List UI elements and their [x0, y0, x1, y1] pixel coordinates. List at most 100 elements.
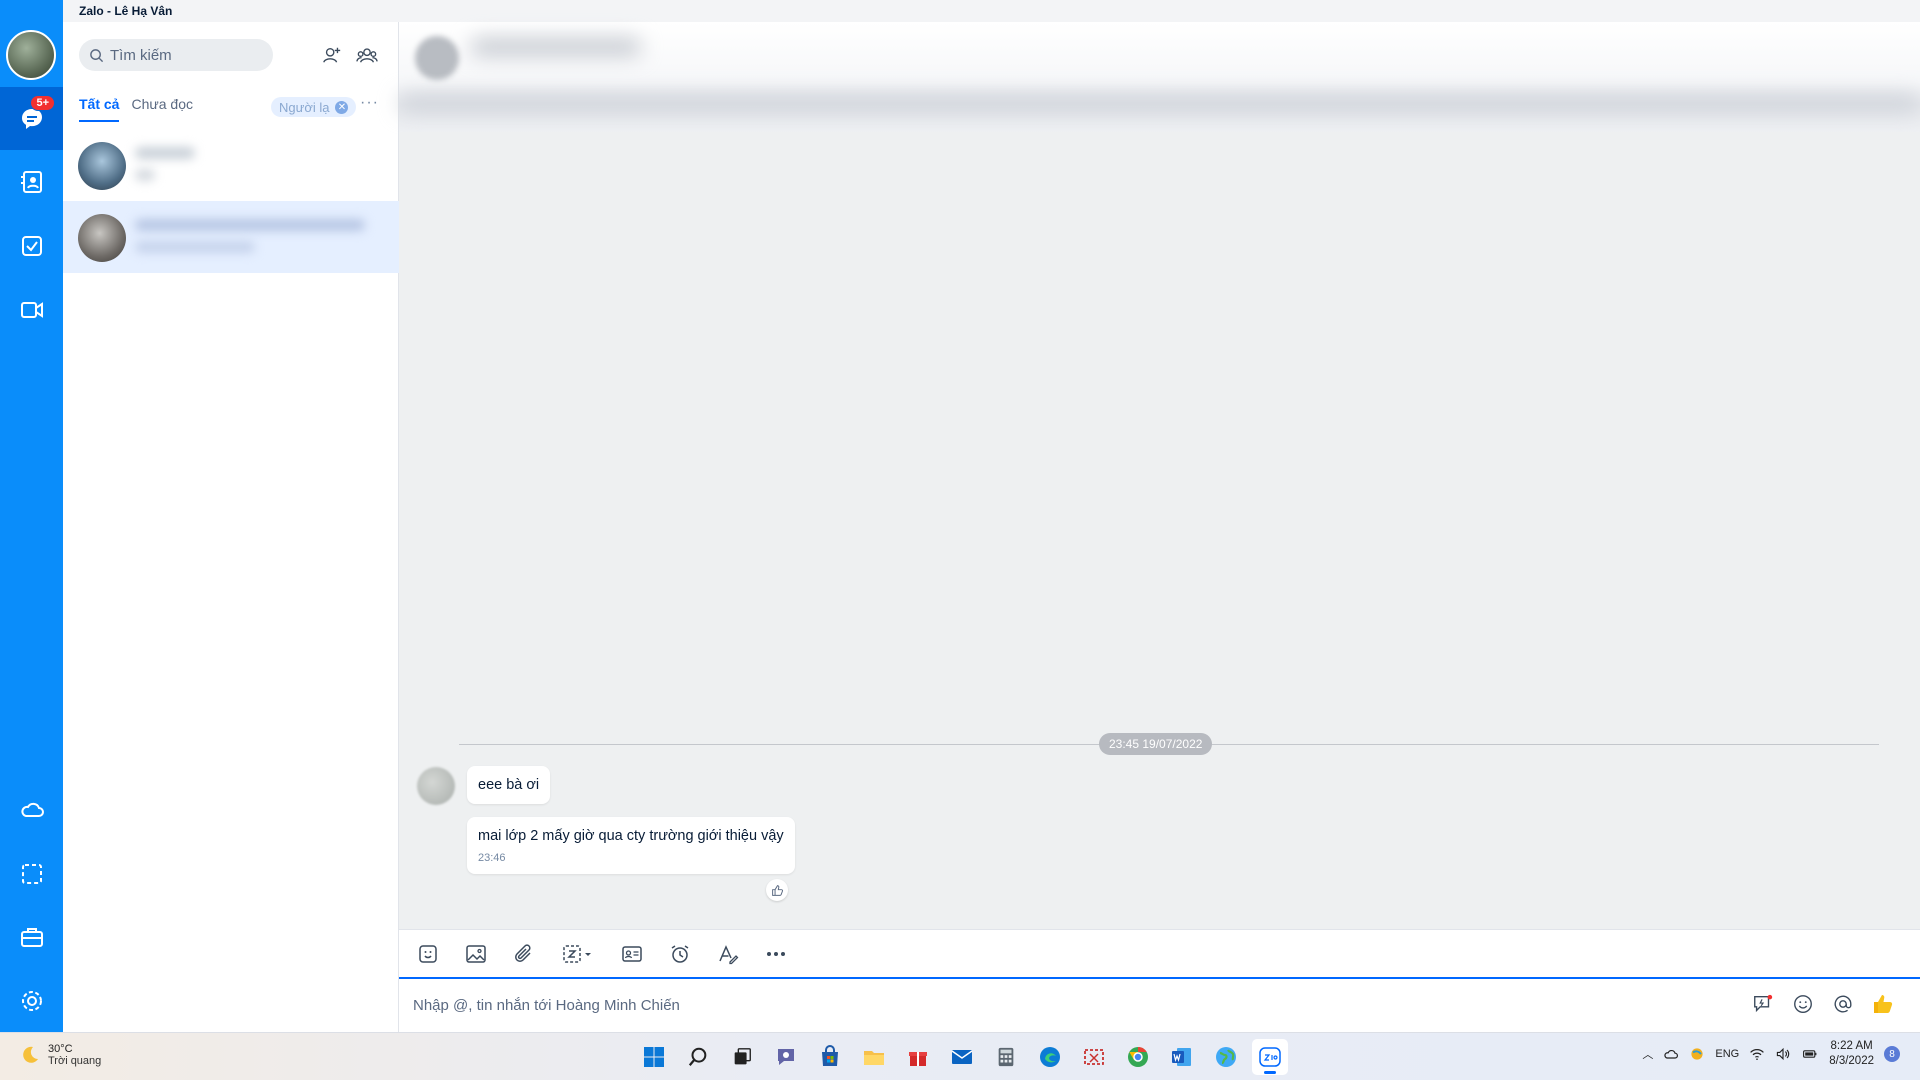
conversation-preview-blurred [135, 241, 255, 253]
sender-avatar[interactable] [417, 767, 455, 805]
message-input[interactable] [413, 993, 1713, 1017]
screenshot-button[interactable] [555, 937, 601, 971]
search-box[interactable] [79, 39, 273, 71]
conversation-name-blurred [135, 219, 365, 231]
chat-header-bar-blurred [399, 94, 1920, 112]
tab-all[interactable]: Tất cả [79, 96, 120, 122]
emoji-button[interactable] [1790, 991, 1816, 1017]
folder-icon [864, 1051, 884, 1065]
briefcase-icon [20, 927, 43, 947]
calculator-app[interactable] [988, 1039, 1024, 1075]
zalo-app[interactable] [1252, 1039, 1288, 1075]
file-explorer-app[interactable] [856, 1039, 892, 1075]
message-bubble[interactable]: eee bà ơi [467, 766, 551, 804]
windows-icon [644, 1047, 664, 1067]
contact-card-icon [622, 945, 642, 962]
contacts-icon [20, 170, 42, 193]
text-format-button[interactable] [711, 937, 745, 971]
volume-icon[interactable] [1775, 1046, 1791, 1062]
toolbox-tab[interactable] [0, 905, 63, 968]
chrome-app[interactable] [1120, 1039, 1156, 1075]
thumbs-up-icon [1874, 995, 1893, 1013]
edge-browser-app[interactable] [1032, 1039, 1068, 1075]
mention-button[interactable] [1830, 991, 1856, 1017]
conversation-tabs: Tất cả Chưa đọc [79, 96, 193, 122]
globe-icon [1216, 1047, 1236, 1067]
onedrive-icon[interactable] [1663, 1046, 1679, 1062]
notification-count-badge[interactable]: 8 [1884, 1046, 1900, 1062]
like-reaction-button[interactable] [766, 879, 788, 901]
search-input[interactable] [110, 46, 260, 64]
ellipsis-icon [767, 951, 785, 956]
alarm-clock-icon [671, 944, 689, 963]
colorful-app-tray-icon[interactable] [1689, 1046, 1705, 1062]
add-friend-icon [323, 47, 341, 63]
gift-app[interactable] [900, 1039, 936, 1075]
screenshot-tab[interactable] [0, 842, 63, 905]
chat-contact-avatar[interactable] [415, 36, 459, 80]
wifi-icon[interactable] [1749, 1046, 1765, 1062]
message-bubble[interactable]: mai lớp 2 mấy giờ qua cty trường giới th… [467, 817, 795, 874]
tab-unread[interactable]: Chưa đọc [131, 96, 193, 122]
image-button[interactable] [459, 937, 493, 971]
conversation-name-blurred [135, 147, 195, 159]
window-title: Zalo - Lê Hạ Vân [79, 4, 173, 18]
stranger-filter-chip[interactable]: Người lạ ✕ [271, 97, 357, 117]
sticker-icon [419, 944, 437, 963]
cloud-tab[interactable] [0, 778, 63, 841]
chevron-up-icon[interactable]: ︿ [1642, 1046, 1653, 1062]
sticker-button[interactable] [411, 937, 445, 971]
word-app[interactable] [1164, 1039, 1200, 1075]
quick-message-button[interactable] [1750, 991, 1776, 1017]
contact-card-button[interactable] [615, 937, 649, 971]
globe-app[interactable] [1208, 1039, 1244, 1075]
thumbs-up-icon [771, 884, 783, 896]
capture-icon [21, 863, 42, 884]
more-options-button[interactable]: ··· [360, 94, 379, 112]
messages-tab[interactable]: 5+ [0, 87, 63, 150]
user-avatar[interactable] [6, 30, 56, 80]
mail-icon [951, 1050, 973, 1064]
conversation-item-selected[interactable] [63, 201, 399, 273]
language-indicator[interactable]: ENG [1715, 1048, 1739, 1060]
snipping-app[interactable] [1076, 1039, 1112, 1075]
taskbar-search[interactable] [680, 1039, 716, 1075]
gear-icon [21, 990, 42, 1011]
checkbox-icon [21, 235, 42, 256]
settings-tab[interactable] [0, 969, 63, 1032]
clear-filter-icon[interactable]: ✕ [335, 100, 349, 114]
word-icon [1172, 1048, 1191, 1066]
task-view-button[interactable] [724, 1039, 760, 1075]
todo-tab[interactable] [0, 214, 63, 277]
teams-chat-app[interactable] [768, 1039, 804, 1075]
reminder-button[interactable] [663, 937, 697, 971]
snip-icon [1084, 1049, 1104, 1065]
video-call-tab[interactable] [0, 278, 63, 341]
store-app[interactable] [812, 1039, 848, 1075]
contacts-tab[interactable] [0, 150, 63, 213]
text-format-icon [719, 944, 739, 964]
quick-message-icon [1754, 994, 1773, 1013]
composer-toolbar [399, 929, 1920, 977]
conversation-item[interactable] [63, 129, 399, 201]
battery-icon[interactable] [1801, 1046, 1819, 1062]
conversation-avatar [78, 214, 126, 262]
mail-app[interactable] [944, 1039, 980, 1075]
add-friend-button[interactable] [319, 42, 345, 68]
message-list: 23:45 19/07/2022 eee bà ơi mai lớp 2 mấy… [399, 132, 1920, 929]
moon-icon [23, 1046, 38, 1063]
task-view-icon [734, 1048, 751, 1065]
attach-file-button[interactable] [507, 937, 541, 971]
more-tools-button[interactable] [759, 937, 793, 971]
chat-contact-name-blurred [471, 38, 641, 56]
composer-actions [1750, 991, 1896, 1017]
weather-widget[interactable]: 30°C Trời quang [20, 1043, 101, 1067]
send-like-button[interactable] [1870, 991, 1896, 1017]
create-group-button[interactable] [354, 42, 380, 68]
message-text: eee bà ơi [478, 777, 540, 793]
os-taskbar: 30°C Trời quang ︿ ENG 8:22 AM 8/3/2022 8 [0, 1032, 1920, 1080]
capture-dropdown-icon [563, 944, 591, 963]
taskbar-clock[interactable]: 8:22 AM 8/3/2022 [1829, 1039, 1874, 1069]
start-button[interactable] [636, 1039, 672, 1075]
nav-rail: 5+ [0, 0, 63, 1032]
